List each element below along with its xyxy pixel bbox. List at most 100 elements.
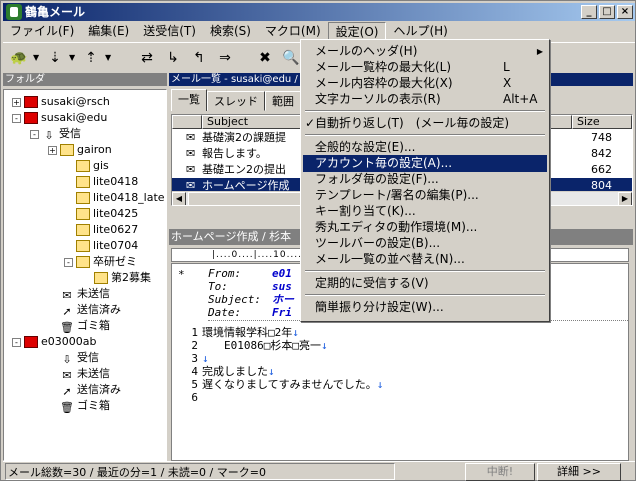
body-text: 完成しました [202, 365, 268, 378]
tree-node[interactable]: ✉ 未送信 [48, 286, 110, 302]
settings-menu-item[interactable]: メール一覧枠の最大化(L) L [303, 59, 547, 76]
status-bar: メール総数=30 / 最近の分=1 / 未読=0 / マーク=0 中断! 詳細 … [3, 461, 635, 481]
tree-node-label: 第2募集 [111, 271, 151, 284]
tree-node-label: lite0425 [93, 207, 139, 220]
collapse-icon[interactable]: - [64, 257, 73, 267]
minimize-button[interactable]: _ [581, 5, 597, 19]
tree-node[interactable]: ⇩ 受信 [48, 350, 99, 366]
menu-item-label: キー割り当て(K)... [315, 204, 416, 218]
settings-menu-item[interactable]: 全般的な設定(E)... [303, 139, 547, 156]
scroll-left-icon[interactable]: ◀ [172, 192, 186, 205]
tree-node-label: gis [93, 159, 109, 172]
settings-menu-item[interactable]: アカウント毎の設定(A)... [303, 155, 547, 172]
tree-node[interactable]: - susaki@edu [12, 110, 107, 126]
settings-menu-item[interactable]: 定期的に受信する(V) [303, 275, 547, 292]
tree-node-label: ゴミ箱 [77, 399, 110, 412]
col-icon-header[interactable] [172, 115, 202, 129]
tree-node[interactable]: lite0425 [64, 206, 138, 222]
menu-item-label: メール一覧の並べ替え(N)... [315, 252, 465, 266]
tree-node[interactable]: 🗑 ゴミ箱 [48, 398, 110, 414]
tree-node[interactable]: lite0418 [64, 174, 138, 190]
menu-item-label: メールのヘッダ(H) [315, 44, 418, 58]
tree-node[interactable]: - 卒研ゼミ [64, 254, 137, 270]
scroll-thumb[interactable] [188, 192, 318, 205]
settings-menu-item[interactable]: 簡単振り分け設定(W)... [303, 299, 547, 316]
tree-node[interactable]: lite0418_late [64, 190, 165, 206]
tree-node[interactable]: 🗑 ゴミ箱 [48, 318, 110, 334]
settings-dropdown-menu: メールのヘッダ(H) ▶ メール一覧枠の最大化(L) L メール内容枠の最大化(X) X 文… [300, 39, 550, 322]
menu-sendrecv[interactable]: 送受信(T) [136, 22, 203, 41]
menu-edit[interactable]: 編集(E) [81, 22, 136, 41]
expand-icon[interactable]: + [12, 97, 21, 107]
tree-node[interactable]: ✉ 未送信 [48, 366, 110, 382]
line-number: 1 [191, 326, 198, 339]
move-folder-icon[interactable]: ⇒ [213, 47, 237, 69]
tab-thread[interactable]: スレッド [207, 91, 265, 111]
collapse-icon[interactable]: - [12, 337, 21, 347]
folder-icon [76, 208, 90, 220]
folder-pane-header: フォルダ [3, 73, 167, 86]
col-size-header[interactable]: Size [572, 115, 632, 129]
tree-node-label: 卒研ゼミ [93, 255, 137, 268]
menu-file[interactable]: ファイル(F) [3, 22, 81, 41]
settings-menu-item[interactable]: ツールバーの設定(B)... [303, 235, 547, 252]
expand-icon[interactable]: + [48, 145, 57, 155]
folder-pane: フォルダ + susaki@rsch - susaki@edu - ⇩ 受信 + gairon g… [3, 73, 167, 461]
settings-menu-item[interactable]: ✓ 自動折り返し(T) (メール毎の設定) [303, 115, 547, 132]
tree-node-label: 送信済み [77, 383, 121, 396]
settings-menu-item[interactable]: テンプレート/署名の編集(P)... [303, 187, 547, 204]
settings-menu-item[interactable]: メール一覧の並べ替え(N)... [303, 251, 547, 268]
tree-node[interactable]: + gairon [48, 142, 112, 158]
tree-node[interactable]: lite0704 [64, 238, 138, 254]
menu-shortcut: L [503, 60, 510, 74]
body-line: 5 遅くなりましてすみませんでした。↓ [172, 378, 383, 391]
receive-icon[interactable]: ⇣ [43, 47, 67, 69]
abort-button[interactable]: 中断! [465, 463, 535, 481]
tree-node[interactable]: ➚ 送信済み [48, 302, 121, 318]
mail-header-value: Fri [272, 306, 292, 319]
forward-icon[interactable]: ↳ [161, 47, 185, 69]
chevron-down-icon[interactable]: ▼ [69, 53, 76, 62]
tree-node[interactable]: - ⇩ 受信 [30, 126, 81, 142]
menu-item-label: 定期的に受信する(V) [315, 276, 429, 290]
settings-menu-item[interactable]: メールのヘッダ(H) ▶ [303, 43, 547, 60]
settings-menu-item[interactable]: メール内容枠の最大化(X) X [303, 75, 547, 92]
tab-list[interactable]: 一覧 [171, 89, 207, 111]
settings-menu-item[interactable]: キー割り当て(K)... [303, 203, 547, 220]
maximize-button[interactable]: □ [599, 5, 615, 19]
close-button[interactable]: × [617, 5, 633, 19]
reply-icon[interactable]: ↰ [187, 47, 211, 69]
tree-node[interactable]: 第2募集 [82, 270, 151, 286]
tab-range[interactable]: 範囲 [265, 91, 301, 111]
settings-menu-item[interactable]: 秀丸エディタの動作環境(M)... [303, 219, 547, 236]
chevron-down-icon[interactable]: ▼ [33, 53, 40, 62]
detail-button[interactable]: 詳細 >> [537, 463, 621, 481]
send-icon[interactable]: ⇡ [79, 47, 103, 69]
tree-node[interactable]: ➚ 送信済み [48, 382, 121, 398]
collapse-icon[interactable]: - [30, 129, 39, 139]
settings-menu-item[interactable]: 文字カーソルの表示(R) Alt+A [303, 91, 547, 108]
turtle-receive-icon[interactable]: 🐢 [7, 47, 31, 69]
tree-node[interactable]: gis [64, 158, 109, 174]
swap-icon[interactable]: ⇄ [135, 47, 159, 69]
delete-icon[interactable]: ✖ [253, 47, 277, 69]
folder-icon [94, 272, 108, 284]
menu-item-label: アカウント毎の設定(A)... [315, 156, 453, 170]
tree-node[interactable]: - e03000ab [12, 334, 96, 350]
trash-icon: 🗑 [60, 321, 74, 334]
tree-node[interactable]: lite0627 [64, 222, 138, 238]
scroll-right-icon[interactable]: ▶ [618, 192, 632, 205]
tree-node[interactable]: + susaki@rsch [12, 94, 110, 110]
mail-icon: ✉ [186, 147, 196, 160]
chevron-down-icon[interactable]: ▼ [105, 53, 112, 62]
tree-node-label: 送信済み [77, 303, 121, 316]
body-line: 1 環境情報学科□2年↓ [172, 326, 299, 339]
mail-header-value: ホー [272, 293, 294, 306]
line-number: 2 [191, 339, 198, 352]
tree-node-label: 未送信 [77, 287, 110, 300]
collapse-icon[interactable]: - [12, 113, 21, 123]
menu-search[interactable]: 検索(S) [203, 22, 258, 41]
submenu-arrow-icon: ▶ [536, 47, 543, 56]
settings-menu-item[interactable]: フォルダ毎の設定(F)... [303, 171, 547, 188]
checkmark-icon: ✓ [305, 116, 316, 130]
